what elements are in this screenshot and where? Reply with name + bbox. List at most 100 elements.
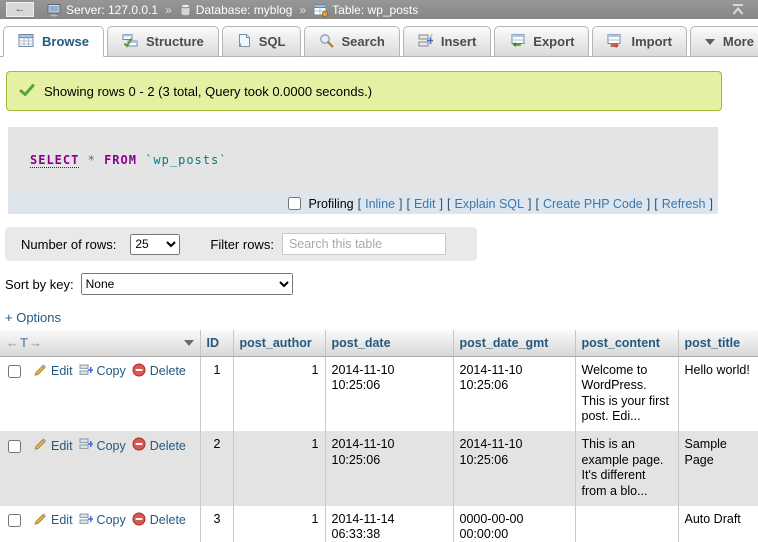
column-header-post-author[interactable]: post_author [233, 330, 325, 356]
bracket: ] [399, 197, 402, 211]
breadcrumb-database[interactable]: Database: myblog [179, 3, 293, 17]
tab-browse[interactable]: Browse [3, 26, 104, 57]
server-icon [47, 3, 62, 17]
actions-header: ←T→ [0, 330, 200, 356]
cell-post-author[interactable]: 1 [233, 431, 325, 506]
delete-label: Delete [150, 439, 186, 455]
copy-button[interactable]: Copy [79, 512, 126, 531]
options-toggle[interactable]: + Options [5, 310, 61, 325]
delete-button[interactable]: Delete [132, 363, 186, 382]
sql-star: * [88, 153, 96, 167]
breadcrumb-server[interactable]: Server: 127.0.0.1 [47, 3, 158, 17]
query-toolbar: Profiling [ Inline ] [ Edit ] [ Explain … [8, 193, 718, 214]
column-header-post-date-gmt[interactable]: post_date_gmt [453, 330, 575, 356]
tab-export-label: Export [533, 34, 574, 49]
bracket: ] [440, 197, 443, 211]
header-row: ←T→ ID post_author post_date post_date_g… [0, 330, 758, 356]
profiling-label: Profiling [308, 197, 353, 211]
delete-icon [132, 363, 146, 382]
chevron-down-icon [705, 39, 715, 45]
actions-cell: Edit Copy Delete [0, 431, 200, 506]
breadcrumb-table[interactable]: Table: wp_posts [313, 3, 418, 17]
tab-sql-label: SQL [259, 34, 286, 49]
breadcrumb-server-label: Server: 127.0.0.1 [66, 3, 158, 17]
edit-query-link[interactable]: Edit [414, 197, 436, 211]
tab-import[interactable]: Import [592, 26, 686, 57]
cell-post-title[interactable]: Auto Draft [678, 506, 758, 542]
sort-control: Sort by key: None [5, 273, 758, 295]
cell-post-author[interactable]: 1 [233, 506, 325, 542]
delete-icon [132, 512, 146, 531]
rows-per-page-select[interactable]: 25 [130, 234, 180, 255]
column-header-post-date[interactable]: post_date [325, 330, 453, 356]
cell-post-date[interactable]: 2014-11-14 06:33:38 [325, 506, 453, 542]
copy-icon [79, 512, 93, 531]
create-php-code-link[interactable]: Create PHP Code [543, 197, 643, 211]
table-row: Edit Copy Delete 2 1 2014-11-10 10:25:06… [0, 431, 758, 506]
transpose-icon[interactable]: ←T→ [6, 335, 43, 350]
tab-export[interactable]: Export [494, 26, 589, 57]
copy-button[interactable]: Copy [79, 363, 126, 382]
table-row: Edit Copy Delete 3 1 2014-11-14 06:33:38… [0, 506, 758, 542]
tab-insert-label: Insert [441, 34, 476, 49]
tab-sql[interactable]: SQL [222, 26, 301, 57]
delete-button[interactable]: Delete [132, 437, 186, 456]
cell-post-content[interactable] [575, 506, 678, 542]
delete-icon [132, 437, 146, 456]
copy-icon [79, 363, 93, 382]
copy-label: Copy [97, 513, 126, 529]
cell-post-title[interactable]: Sample Page [678, 431, 758, 506]
tab-more-label: More [723, 34, 754, 49]
edit-button[interactable]: Edit [33, 512, 73, 531]
tab-import-label: Import [631, 34, 671, 49]
delete-label: Delete [150, 364, 186, 380]
breadcrumb-database-label: Database: myblog [196, 3, 293, 17]
breadcrumb-separator: » [163, 3, 174, 17]
refresh-link[interactable]: Refresh [662, 197, 706, 211]
cell-id[interactable]: 1 [200, 356, 233, 431]
back-button[interactable]: ← [6, 2, 34, 17]
column-header-id[interactable]: ID [200, 330, 233, 356]
tab-more[interactable]: More [690, 26, 758, 57]
inline-link[interactable]: Inline [365, 197, 395, 211]
collapse-console-icon[interactable] [730, 3, 746, 16]
breadcrumb-table-label: Table: wp_posts [332, 3, 418, 17]
bracket: [ [535, 197, 538, 211]
sql-keyword-select[interactable]: SELECT [30, 153, 79, 168]
cell-post-title[interactable]: Hello world! [678, 356, 758, 431]
search-icon [319, 33, 334, 51]
status-message: Showing rows 0 - 2 (3 total, Query took … [6, 71, 722, 111]
tab-search[interactable]: Search [304, 26, 400, 57]
row-select-checkbox[interactable] [8, 514, 21, 527]
cell-post-content[interactable]: Welcome to WordPress. This is your first… [575, 356, 678, 431]
bracket: ] [528, 197, 531, 211]
profiling-checkbox[interactable] [288, 197, 301, 210]
query-panel: SELECT * FROM `wp_posts` Profiling [ Inl… [8, 127, 718, 214]
cell-id[interactable]: 3 [200, 506, 233, 542]
cell-post-date-gmt[interactable]: 2014-11-10 10:25:06 [453, 356, 575, 431]
tab-insert[interactable]: Insert [403, 26, 491, 57]
tab-browse-label: Browse [42, 34, 89, 49]
cell-post-date[interactable]: 2014-11-10 10:25:06 [325, 356, 453, 431]
explain-sql-link[interactable]: Explain SQL [454, 197, 523, 211]
delete-button[interactable]: Delete [132, 512, 186, 531]
cell-post-date[interactable]: 2014-11-10 10:25:06 [325, 431, 453, 506]
cell-post-content[interactable]: This is an example page. It's different … [575, 431, 678, 506]
sort-by-key-select[interactable]: None [81, 273, 293, 295]
tab-structure[interactable]: Structure [107, 26, 219, 57]
filter-input[interactable] [282, 233, 446, 255]
column-header-post-content[interactable]: post_content [575, 330, 678, 356]
sort-caret-icon[interactable] [184, 340, 194, 346]
copy-button[interactable]: Copy [79, 437, 126, 456]
column-header-post-title[interactable]: post_title [678, 330, 758, 356]
cell-id[interactable]: 2 [200, 431, 233, 506]
cell-post-date-gmt[interactable]: 0000-00-00 00:00:00 [453, 506, 575, 542]
cell-post-author[interactable]: 1 [233, 356, 325, 431]
edit-button[interactable]: Edit [33, 437, 73, 456]
row-select-checkbox[interactable] [8, 440, 21, 453]
row-select-checkbox[interactable] [8, 365, 21, 378]
insert-icon [418, 33, 433, 51]
edit-button[interactable]: Edit [33, 363, 73, 382]
cell-post-date-gmt[interactable]: 2014-11-10 10:25:06 [453, 431, 575, 506]
export-icon [509, 33, 525, 51]
